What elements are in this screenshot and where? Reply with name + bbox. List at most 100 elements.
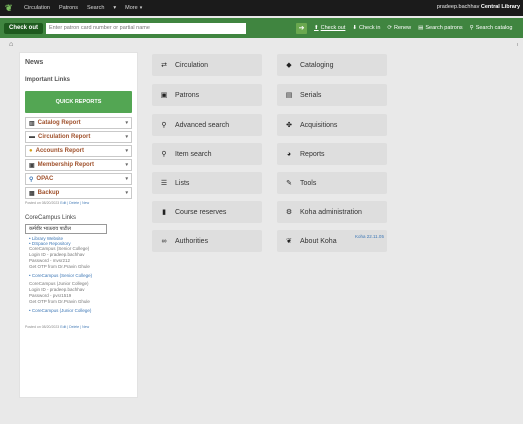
chevron-down-icon: ▾ — [125, 190, 128, 196]
quick-search-patrons-label: Search patrons — [425, 25, 463, 31]
search-icon: ⚲ — [161, 151, 167, 158]
chevron-down-icon: ▾ — [125, 148, 128, 154]
module-label: Serials — [300, 91, 322, 99]
id-card-icon: ▤ — [418, 25, 424, 31]
report-circulation[interactable]: ▬ Circulation Report ▾ — [25, 131, 132, 143]
module-label: Tools — [300, 179, 317, 187]
chevron-down-icon: ▾ — [139, 5, 143, 11]
report-label: Catalog Report — [37, 120, 81, 126]
module-cataloging[interactable]: ◆ Cataloging — [277, 54, 387, 76]
id-card-icon: ▣ — [29, 162, 35, 169]
quick-checkout-link[interactable]: ⬆ Check out — [314, 25, 345, 31]
top-navbar: ❦ Circulation Patrons Search ▾ More ▾ pra… — [0, 0, 523, 16]
news-panel: News Important Links QUICK REPORTS ▥ Cata… — [19, 52, 138, 398]
module-advanced-search[interactable]: ⚲ Advanced search — [152, 114, 262, 136]
module-item-search[interactable]: ⚲ Item search — [152, 143, 262, 165]
report-label: Accounts Report — [35, 148, 84, 154]
module-label: Cataloging — [300, 61, 334, 69]
module-acquisitions[interactable]: ✤ Acquisitions — [277, 114, 387, 136]
nav-circulation[interactable]: Circulation — [24, 5, 50, 11]
quick-search-catalog-link[interactable]: ⚲ Search catalog — [470, 25, 513, 31]
newspaper-icon: ▤ — [285, 92, 293, 99]
home-icon[interactable]: ⌂ — [9, 41, 13, 48]
quick-search-catalog-label: Search catalog — [475, 25, 513, 31]
gift-icon: ✤ — [286, 122, 292, 129]
report-label: Circulation Report — [38, 134, 91, 140]
koha-version-link[interactable]: Koha 22.11.05 — [355, 234, 384, 239]
module-tools[interactable]: ✎ Tools — [277, 172, 387, 194]
nav-more-label: More — [125, 5, 138, 11]
library-name: Central Library — [480, 4, 520, 10]
tag-icon: ◆ — [286, 62, 292, 69]
quick-checkin-link[interactable]: ⬇ Check in — [352, 25, 380, 31]
report-accounts[interactable]: ● Accounts Report ▾ — [25, 145, 132, 157]
id-card-icon: ▣ — [160, 92, 168, 99]
submit-arrow-icon[interactable]: ➔ — [296, 22, 308, 34]
checkout-tab-button[interactable]: Check out — [4, 22, 44, 34]
module-label: Reports — [300, 150, 325, 158]
quick-reports-list: ▥ Catalog Report ▾ ▬ Circulation Report ▾ ● A… — [25, 117, 132, 199]
module-label: Lists — [175, 179, 190, 187]
coins-icon: ● — [29, 148, 33, 154]
pie-chart-icon: ◕ — [286, 150, 292, 158]
download-icon: ⬇ — [352, 25, 357, 31]
posted-date: Posted on 08/20/2023 — [25, 201, 60, 205]
nav-patrons[interactable]: Patrons — [59, 5, 78, 11]
upload-icon: ⬆ — [314, 25, 319, 31]
posted-info: Posted on 08/20/2023 Edit | Delete | New — [25, 201, 132, 205]
chevron-down-icon: ▾ — [125, 162, 128, 168]
search-icon: ⚲ — [161, 122, 167, 129]
report-label: Backup — [37, 190, 60, 196]
report-catalog[interactable]: ▥ Catalog Report ▾ — [25, 117, 132, 129]
user-menu[interactable]: pradeep.bachhav Central Library — [437, 4, 520, 10]
quick-reports-header: QUICK REPORTS — [25, 91, 132, 113]
module-serials[interactable]: ▤ Serials — [277, 84, 387, 106]
quick-checkin-label: Check in — [359, 25, 381, 31]
corecampus-heading: CoreCampus Links — [25, 215, 77, 221]
module-course-reserves[interactable]: ▮ Course reserves — [152, 201, 262, 223]
report-membership[interactable]: ▣ Membership Report ▾ — [25, 159, 132, 171]
koha-leaf-icon: ❦ — [286, 238, 292, 245]
link-icon: ∞ — [161, 237, 167, 245]
module-label: Course reserves — [175, 208, 227, 216]
book-icon: ▥ — [29, 120, 35, 127]
module-label: Authorities — [175, 237, 209, 245]
user-name: pradeep.bachhav — [436, 4, 480, 10]
corecampus-junior-link[interactable]: CoreCampus (Junior College) — [29, 308, 132, 313]
important-links-heading: Important Links — [25, 77, 71, 83]
nav-dropdown-caret-icon[interactable]: ▾ — [113, 5, 116, 11]
renew-icon: ⟳ — [387, 25, 393, 31]
report-opac[interactable]: ⚲ OPAC ▾ — [25, 173, 132, 185]
module-label: Advanced search — [175, 121, 230, 129]
posted-date: Posted on 08/20/2023 — [25, 325, 60, 329]
patron-search-input[interactable] — [46, 22, 247, 34]
quick-renew-label: Renew — [394, 25, 412, 31]
quick-renew-link[interactable]: ⟳ Renew — [387, 25, 411, 31]
module-patrons[interactable]: ▣ Patrons — [152, 84, 262, 106]
module-authorities[interactable]: ∞ Authorities — [152, 230, 262, 252]
hindi-banner: कर्मवीर भाऊराव पाटील — [25, 224, 107, 234]
gears-icon: ⚙ — [285, 209, 293, 216]
koha-logo-icon[interactable]: ❦ — [5, 3, 15, 13]
news-heading: News — [25, 59, 44, 66]
quick-checkout-label: Check out — [320, 25, 346, 31]
nav-search[interactable]: Search — [87, 5, 104, 11]
wrench-icon: ✎ — [286, 180, 292, 187]
posted-actions-link[interactable]: Edit | Delete | New — [60, 201, 89, 205]
module-lists[interactable]: ☰ Lists — [152, 172, 262, 194]
module-circulation[interactable]: ⇄ Circulation — [152, 54, 262, 76]
chevron-down-icon: ▾ — [125, 120, 128, 126]
report-backup[interactable]: ▦ Backup ▾ — [25, 187, 132, 199]
module-reports[interactable]: ◕ Reports — [277, 143, 387, 165]
search-bar: Check out ➔ ⬆Check out ⬇Check in ⟳Renew … — [0, 18, 523, 38]
edge-mark: ı — [517, 42, 519, 48]
quick-search-patrons-link[interactable]: ▤ Search patrons — [418, 25, 463, 31]
posted-actions-link[interactable]: Edit | Delete | New — [60, 325, 89, 329]
list-icon: ☰ — [160, 180, 168, 187]
report-label: OPAC — [36, 176, 54, 182]
module-koha-administration[interactable]: ⚙ Koha administration — [277, 201, 387, 223]
module-label: Circulation — [175, 61, 209, 69]
nav-more[interactable]: More ▾ — [125, 5, 142, 11]
monitor-icon: ▬ — [29, 134, 35, 140]
module-label: Koha administration — [300, 208, 362, 216]
